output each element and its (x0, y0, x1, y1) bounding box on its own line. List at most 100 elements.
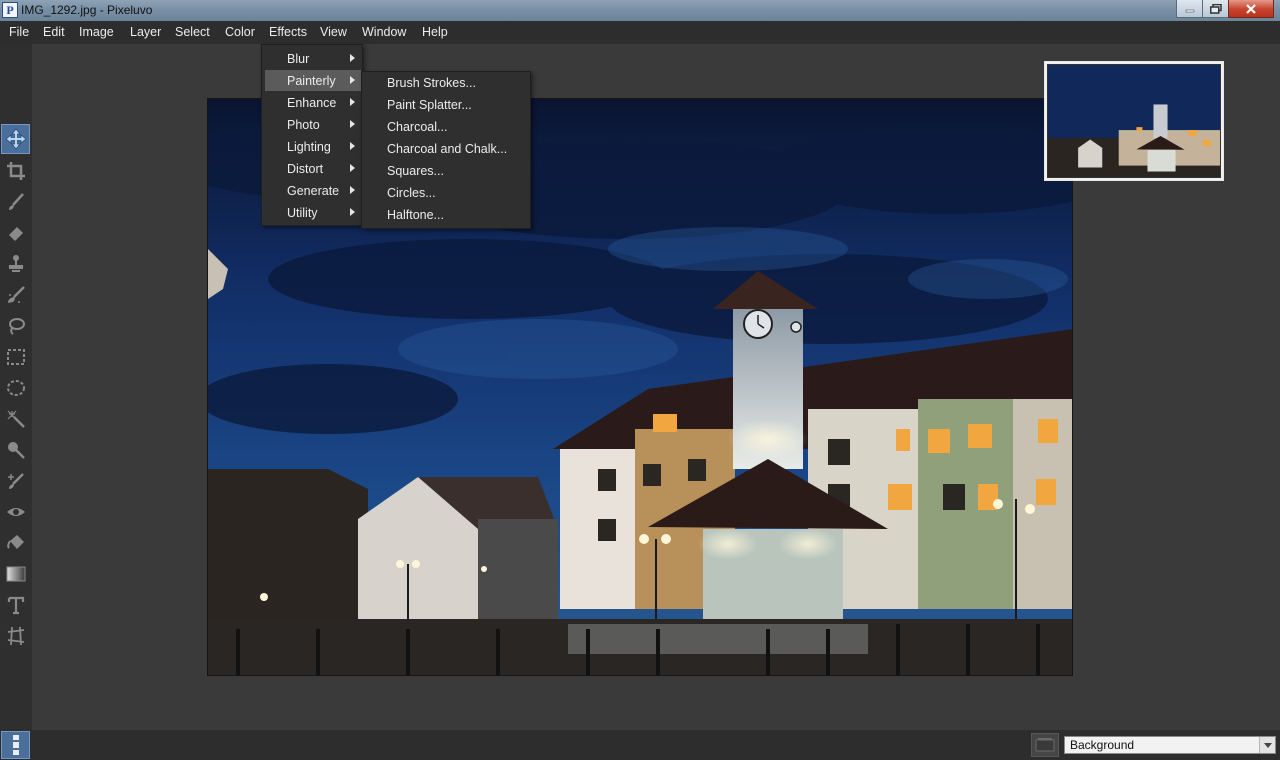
smudge-brush-tool-button[interactable] (1, 280, 30, 310)
ellipse-select-tool-button[interactable] (1, 373, 30, 403)
submenu-item-charcoal-and-chalk[interactable]: Charcoal and Chalk... (365, 138, 529, 160)
ellipse-select-icon (6, 380, 25, 396)
menu-image[interactable]: Image (79, 25, 114, 39)
menu-item-label: Squares... (387, 164, 444, 178)
menu-file[interactable]: File (9, 25, 29, 39)
effects-menu-item-blur[interactable]: Blur (265, 48, 361, 69)
gradient-tool-button[interactable] (1, 559, 30, 589)
submenu-arrow-icon (350, 54, 355, 62)
chevron-down-icon[interactable] (1259, 737, 1275, 753)
submenu-item-paint-splatter[interactable]: Paint Splatter... (365, 94, 529, 116)
navigator-panel[interactable] (1044, 61, 1224, 181)
menu-item-label: Charcoal and Chalk... (387, 142, 508, 156)
menu-color[interactable]: Color (225, 25, 255, 39)
restore-icon (1209, 3, 1222, 14)
effects-menu-item-utility[interactable]: Utility (265, 202, 361, 223)
crop-icon (6, 162, 25, 180)
clone-stamp-icon (8, 255, 23, 272)
crop-tool-button[interactable] (1, 156, 30, 186)
submenu-arrow-icon (350, 120, 355, 128)
menu-window[interactable]: Window (362, 25, 406, 39)
navigator-thumbnail[interactable] (1047, 64, 1221, 178)
effects-menu-item-lighting[interactable]: Lighting (265, 136, 361, 157)
menu-select[interactable]: Select (175, 25, 210, 39)
menu-help[interactable]: Help (422, 25, 448, 39)
dodge-burn-tool-button[interactable] (1, 435, 30, 465)
text-tool-button[interactable] (1, 590, 30, 620)
effects-menu-item-distort[interactable]: Distort (265, 158, 361, 179)
window-title: IMG_1292.jpg - Pixeluvo (21, 3, 153, 17)
close-button[interactable] (1228, 0, 1274, 18)
layers-icon (1035, 738, 1055, 752)
panel-toggle-icon (12, 735, 19, 755)
menu-layer[interactable]: Layer (130, 25, 161, 39)
submenu-arrow-icon (350, 186, 355, 194)
healing-tool-button[interactable] (1, 466, 30, 496)
status-bar: Background (0, 730, 1280, 760)
smudge-brush-icon (7, 286, 25, 303)
brush-tool-button[interactable] (1, 187, 30, 217)
panel-toggle-button[interactable] (1, 731, 30, 759)
lasso-icon (8, 318, 25, 335)
dodge-burn-icon (7, 442, 25, 459)
submenu-item-circles[interactable]: Circles... (365, 182, 529, 204)
red-eye-tool-button[interactable] (1, 497, 30, 527)
menu-item-label: Brush Strokes... (387, 76, 476, 90)
effects-menu-item-painterly[interactable]: Painterly (265, 70, 361, 91)
window-controls (1176, 0, 1274, 18)
submenu-item-squares[interactable]: Squares... (365, 160, 529, 182)
minimize-icon (1185, 9, 1194, 12)
menu-item-label: Lighting (287, 140, 331, 154)
tool-palette (0, 44, 32, 730)
effects-menu: Blur Painterly Enhance Photo Lighting Di… (261, 44, 363, 226)
submenu-arrow-icon (350, 98, 355, 106)
menu-item-label: Charcoal... (387, 120, 448, 134)
submenu-arrow-icon (350, 164, 355, 172)
minimize-button[interactable] (1176, 0, 1203, 18)
magic-wand-tool-button[interactable] (1, 404, 30, 434)
rect-select-icon (6, 349, 25, 365)
gradient-icon (6, 566, 25, 582)
menu-item-label: Generate (287, 184, 340, 198)
paint-bucket-tool-button[interactable] (1, 528, 30, 558)
clone-stamp-tool-button[interactable] (1, 249, 30, 279)
paint-bucket-icon (6, 535, 24, 549)
submenu-item-charcoal[interactable]: Charcoal... (365, 116, 529, 138)
menu-bar: File Edit Image Layer Select Color Effec… (0, 21, 1280, 44)
text-icon (7, 596, 24, 615)
effects-menu-item-photo[interactable]: Photo (265, 114, 361, 135)
submenu-arrow-icon (350, 76, 355, 84)
magic-wand-icon (7, 410, 25, 428)
submenu-item-halftone[interactable]: Halftone... (365, 204, 529, 226)
move-icon (4, 128, 27, 150)
lasso-tool-button[interactable] (1, 311, 30, 341)
layer-dropdown-value: Background (1070, 738, 1135, 752)
perspective-icon (7, 626, 24, 646)
title-bar: P IMG_1292.jpg - Pixeluvo (0, 0, 1280, 21)
eraser-tool-button[interactable] (1, 218, 30, 248)
move-tool-button[interactable] (1, 124, 30, 154)
effects-menu-item-enhance[interactable]: Enhance (265, 92, 361, 113)
layers-panel-button[interactable] (1031, 733, 1059, 757)
rect-select-tool-button[interactable] (1, 342, 30, 372)
navigator-preview-image (1048, 65, 1220, 177)
submenu-arrow-icon (350, 208, 355, 216)
effects-menu-item-generate[interactable]: Generate (265, 180, 361, 201)
menu-edit[interactable]: Edit (43, 25, 65, 39)
menu-effects[interactable]: Effects (269, 25, 307, 39)
painterly-submenu: Brush Strokes... Paint Splatter... Charc… (361, 71, 531, 229)
close-icon (1246, 3, 1256, 14)
menu-item-label: Painterly (287, 74, 336, 88)
menu-view[interactable]: View (320, 25, 347, 39)
perspective-tool-button[interactable] (1, 621, 30, 651)
menu-item-label: Utility (287, 206, 318, 220)
maximize-button[interactable] (1202, 0, 1229, 18)
red-eye-icon (6, 508, 25, 516)
healing-icon (7, 473, 24, 489)
submenu-item-brush-strokes[interactable]: Brush Strokes... (365, 72, 529, 94)
app-logo-icon: P (2, 2, 18, 18)
brush-icon (8, 193, 24, 210)
submenu-arrow-icon (350, 142, 355, 150)
layer-dropdown[interactable]: Background (1064, 736, 1276, 754)
menu-item-label: Distort (287, 162, 324, 176)
